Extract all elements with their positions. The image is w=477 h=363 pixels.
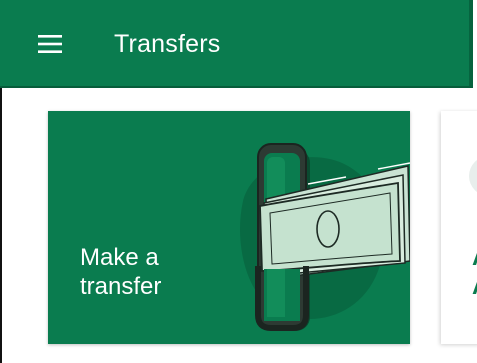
next-card-label: A A (472, 243, 477, 301)
page-title: Transfers (114, 30, 221, 58)
make-transfer-text: Make a transfer (80, 244, 162, 300)
transfers-screen: Transfers Make a transfer (0, 0, 477, 363)
circle-icon (469, 156, 477, 196)
phone-lower-glow (267, 269, 285, 317)
hamburger-menu-icon (38, 35, 62, 53)
make-transfer-card[interactable]: Make a transfer (48, 111, 410, 344)
phone-with-banknote-illustration (240, 143, 410, 331)
next-card-partial[interactable]: A A (441, 111, 477, 344)
menu-button[interactable] (32, 26, 68, 62)
make-transfer-label: Make a transfer (80, 243, 230, 301)
top-app-bar: Transfers (0, 0, 473, 88)
